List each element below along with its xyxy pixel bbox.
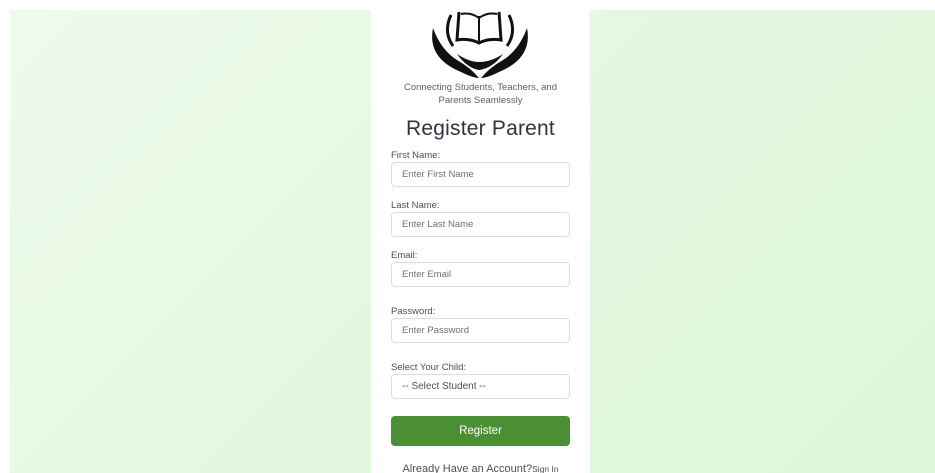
child-select-value: -- Select Student -- [402,381,486,392]
open-book-in-hands-icon [432,11,528,78]
email-label: Email: [391,250,418,261]
password-input[interactable] [391,318,570,343]
register-card: Connecting Students, Teachers, and Paren… [371,10,590,473]
tagline: Connecting Students, Teachers, and Paren… [404,82,557,106]
register-button[interactable]: Register [391,416,570,446]
page-background: Connecting Students, Teachers, and Paren… [10,10,935,473]
sign-in-prompt-text: Already Have an Account? [402,463,533,473]
sign-in-link[interactable]: Sign In [532,464,558,473]
sign-in-prompt: Already Have an Account?Sign In [371,463,590,473]
child-select[interactable]: -- Select Student -- [391,374,570,399]
email-input[interactable] [391,262,570,287]
child-select-label: Select Your Child: [391,362,466,373]
page-title: Register Parent [406,117,555,140]
first-name-label: First Name: [391,150,441,161]
first-name-input[interactable] [391,162,570,187]
last-name-label: Last Name: [391,200,440,211]
password-label: Password: [391,306,436,317]
last-name-input[interactable] [391,212,570,237]
